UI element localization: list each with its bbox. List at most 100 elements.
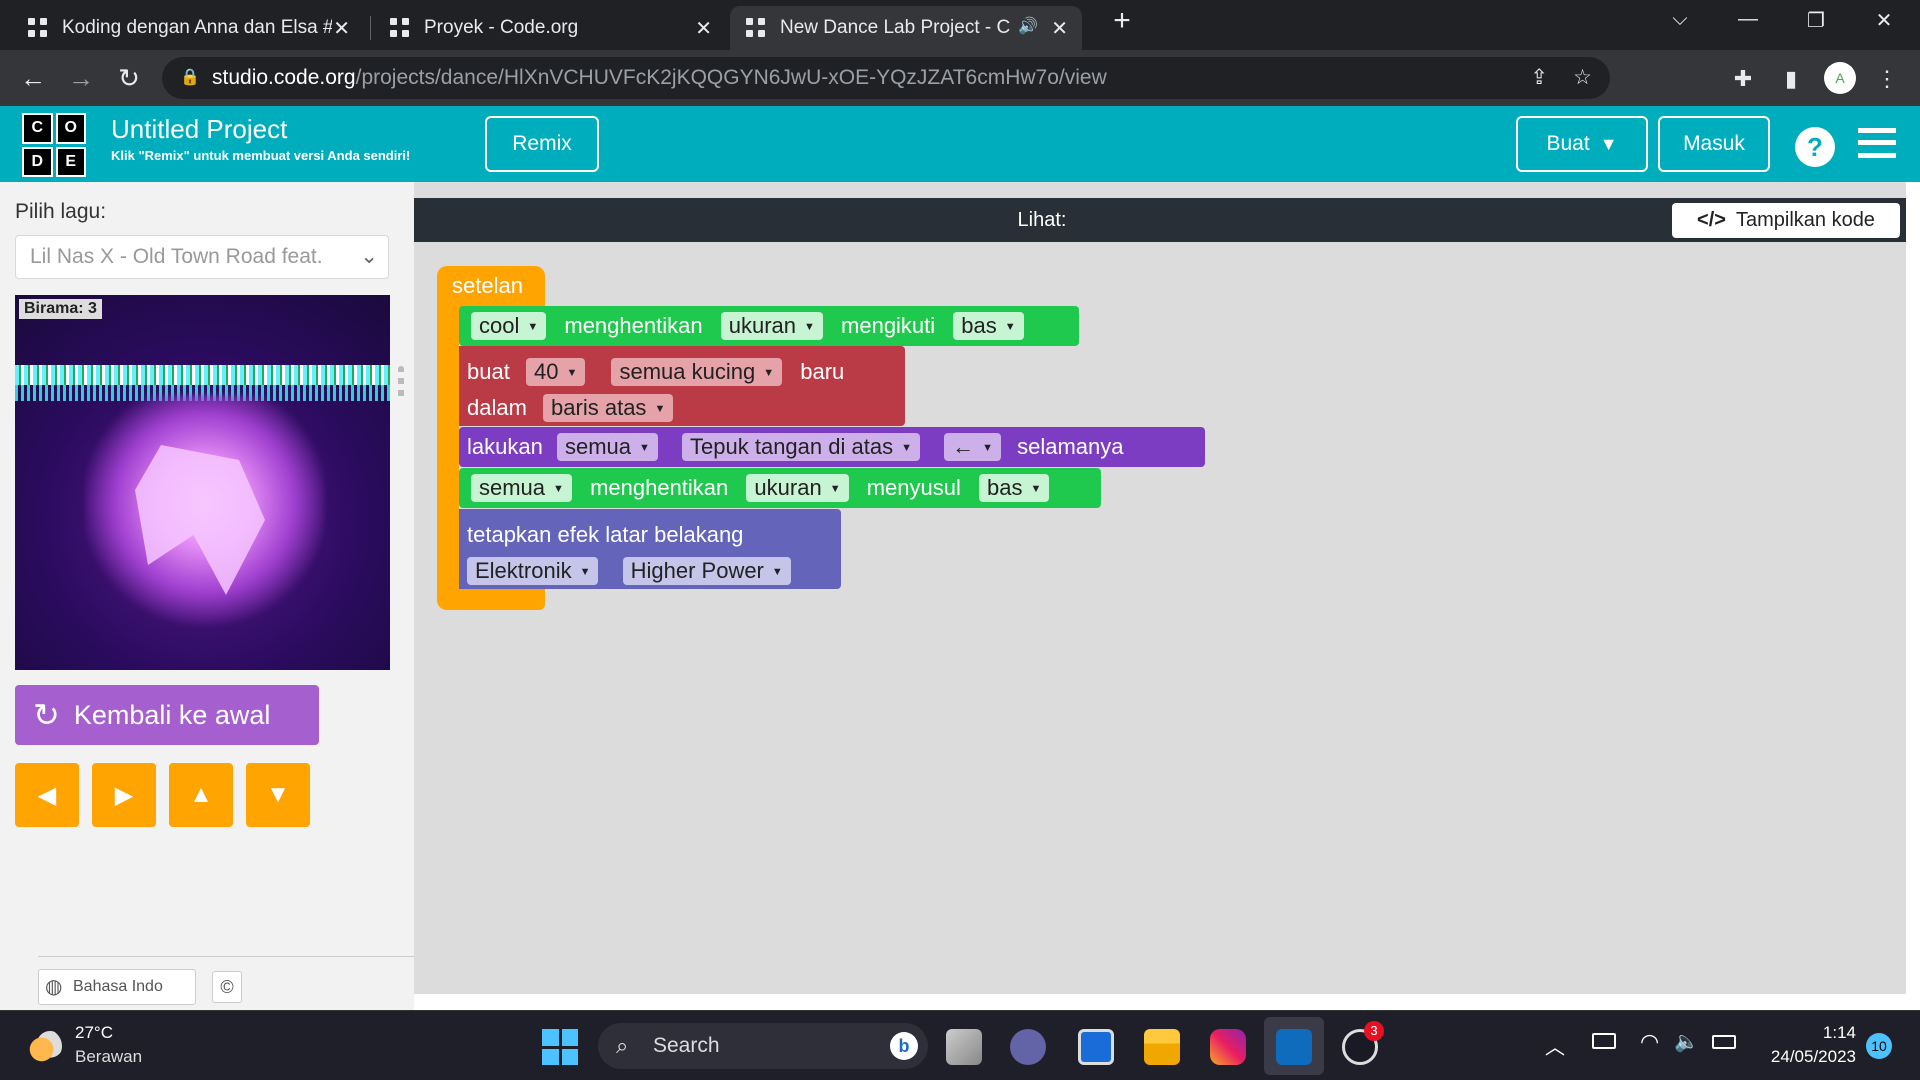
battery-icon[interactable] — [1712, 1035, 1736, 1049]
dropdown-effect[interactable]: Higher Power ▼ — [622, 557, 791, 585]
dropdown-property[interactable]: ukuran ▼ — [746, 474, 849, 502]
dropdown-palette[interactable]: Elektronik ▼ — [467, 557, 599, 585]
close-window-icon[interactable]: ✕ — [1864, 8, 1904, 33]
notification-badge[interactable]: 10 — [1866, 1033, 1892, 1059]
notepad-icon[interactable] — [1078, 1029, 1114, 1065]
resize-handle[interactable] — [398, 366, 404, 398]
dropdown-property[interactable]: ukuran ▼ — [720, 312, 823, 340]
globe-icon: ◍ — [45, 976, 63, 998]
block-background-effect[interactable]: tetapkan efek latar belakang Elektronik ▼… — [459, 509, 841, 589]
signin-button[interactable]: Masuk — [1658, 116, 1770, 172]
dropdown-dancer-type[interactable]: semua kucing ▼ — [611, 358, 783, 386]
block-text: mengikuti — [841, 313, 936, 338]
dropdown-count[interactable]: 40 ▼ — [525, 358, 586, 386]
share-icon[interactable]: ⇪ — [1530, 57, 1548, 99]
create-button[interactable]: Buat ▼ — [1516, 116, 1648, 172]
task-view-icon[interactable] — [946, 1029, 982, 1065]
back-icon[interactable]: ← — [16, 62, 50, 94]
logo-letter: C — [22, 113, 53, 144]
language-select[interactable]: ◍ Bahasa Indo — [38, 969, 196, 1005]
block-workspace[interactable]: Lihat: </> Tampilkan kode setelan cool ▼ … — [414, 182, 1906, 994]
instagram-icon[interactable] — [1210, 1029, 1246, 1065]
clock-time[interactable]: 1:14 — [1760, 1023, 1856, 1043]
weather-icon[interactable] — [28, 1029, 62, 1063]
tab-proyek[interactable]: Proyek - Code.org ✕ — [374, 6, 726, 50]
hamburger-menu-icon[interactable] — [1858, 128, 1896, 158]
tab-title: New Dance Lab Project - Cod — [780, 17, 1010, 38]
file-explorer-icon[interactable] — [1144, 1029, 1180, 1065]
block-text: menyusul — [866, 475, 961, 500]
windows-start-icon[interactable] — [542, 1029, 578, 1065]
weather-desc: Berawan — [75, 1047, 143, 1066]
right-arrow-button[interactable]: ▶ — [92, 763, 156, 827]
bing-icon[interactable]: b — [890, 1032, 918, 1060]
song-selected-value: Lil Nas X - Old Town Road feat. — [30, 245, 323, 268]
audio-playing-icon[interactable]: 🔊 — [1018, 16, 1038, 36]
song-select[interactable]: Lil Nas X - Old Town Road feat. ⌄ — [15, 235, 389, 279]
block-size-follow-2[interactable]: semua ▼ menghentikan ukuran ▼ menyusul bas… — [459, 468, 1101, 508]
teams-chat-icon[interactable] — [1010, 1029, 1046, 1065]
extensions-icon[interactable]: ✚ — [1728, 66, 1758, 92]
show-code-button[interactable]: </> Tampilkan kode — [1672, 203, 1900, 238]
reset-button[interactable]: ↻ Kembali ke awal — [15, 685, 319, 745]
lock-icon: 🔒 — [180, 69, 200, 86]
remix-button[interactable]: Remix — [485, 116, 599, 172]
codeorg-logo[interactable]: C O D E — [22, 113, 86, 177]
volume-icon[interactable]: 🔈 — [1674, 1029, 1699, 1054]
setup-block-body — [437, 302, 459, 592]
dropdown-range[interactable]: bas ▼ — [953, 312, 1024, 340]
tab-title: Proyek - Code.org — [424, 17, 579, 38]
close-icon[interactable]: ✕ — [333, 16, 350, 41]
create-label: Buat — [1546, 132, 1590, 155]
tab-title: Koding dengan Anna dan Elsa #2 — [62, 17, 332, 38]
block-text: dalam — [467, 395, 527, 420]
dropdown-move[interactable]: Tepuk tangan di atas ▼ — [682, 433, 920, 461]
down-arrow-button[interactable]: ▼ — [246, 763, 310, 827]
close-icon[interactable]: ✕ — [1051, 16, 1068, 41]
dropdown-direction[interactable]: ← ▼ — [944, 433, 1001, 461]
codeorg-favicon — [28, 18, 48, 38]
tab-search-icon[interactable]: ⌵ — [1660, 8, 1700, 31]
block-text: selamanya — [1017, 434, 1124, 459]
block-size-follow[interactable]: cool ▼ menghentikan ukuran ▼ mengikuti bas… — [459, 306, 1079, 346]
dropdown-group[interactable]: semua ▼ — [471, 474, 572, 502]
clock-date[interactable]: 24/05/2023 — [1756, 1047, 1856, 1067]
wifi-icon[interactable]: ◠ — [1640, 1029, 1659, 1055]
minimize-icon[interactable]: — — [1728, 8, 1768, 31]
codeorg-header: C O D E Untitled Project Klik "Remix" un… — [0, 106, 1920, 182]
profile-avatar[interactable]: A — [1824, 62, 1856, 94]
show-code-label: Tampilkan kode — [1735, 209, 1875, 231]
dropdown-layout[interactable]: baris atas ▼ — [543, 394, 674, 422]
help-icon[interactable]: ? — [1795, 127, 1835, 167]
block-text: menghentikan — [590, 475, 729, 500]
menu-dots-icon[interactable]: ⋮ — [1872, 66, 1902, 92]
microsoft-store-icon[interactable] — [1276, 1029, 1312, 1065]
block-text: menghentikan — [564, 313, 703, 338]
dropdown-group[interactable]: semua ▼ — [556, 433, 658, 461]
restore-icon[interactable]: ❐ — [1796, 8, 1836, 33]
project-subtitle: Klik "Remix" untuk membuat versi Anda se… — [111, 148, 411, 163]
reset-icon: ↻ — [33, 697, 60, 733]
bookmark-star-icon[interactable]: ☆ — [1573, 57, 1592, 99]
tab-anna-elsa[interactable]: Koding dengan Anna dan Elsa #2 ✕ — [12, 6, 364, 50]
side-panel-icon[interactable]: ▮ — [1776, 66, 1806, 92]
show-hidden-icons[interactable]: ︿ — [1545, 1031, 1565, 1060]
block-text: lakukan — [467, 434, 543, 459]
block-do-forever[interactable]: lakukan semua ▼ Tepuk tangan di atas ▼ ← ▼ … — [459, 427, 1205, 467]
close-icon[interactable]: ✕ — [695, 16, 712, 41]
new-tab-button[interactable]: + — [1102, 4, 1142, 38]
reload-icon[interactable]: ↻ — [112, 62, 146, 94]
taskbar-search[interactable]: ⌕ Search b — [598, 1023, 928, 1069]
block-create-dancers[interactable]: buat 40 ▼ semua kucing ▼ baru dalam baris … — [459, 346, 905, 426]
up-arrow-button[interactable]: ▲ — [169, 763, 233, 827]
dropdown-range[interactable]: bas ▼ — [978, 474, 1050, 502]
dance-stage: Birama: 3 — [15, 295, 390, 670]
keyboard-icon[interactable] — [1592, 1033, 1616, 1049]
copyright-button[interactable]: © — [212, 971, 242, 1003]
address-bar[interactable]: 🔒 studio.code.org/projects/dance/HlXnVCH… — [162, 57, 1610, 99]
windows-taskbar: 27°C Berawan ⌕ Search b 3 ︿ ◠ 🔈 1:14 24/… — [0, 1010, 1920, 1080]
tab-dance-lab[interactable]: New Dance Lab Project - Cod 🔊 ✕ — [730, 6, 1082, 50]
left-arrow-button[interactable]: ◀ — [15, 763, 79, 827]
dropdown-dancer[interactable]: cool ▼ — [471, 312, 547, 340]
forward-icon[interactable]: → — [64, 62, 98, 94]
